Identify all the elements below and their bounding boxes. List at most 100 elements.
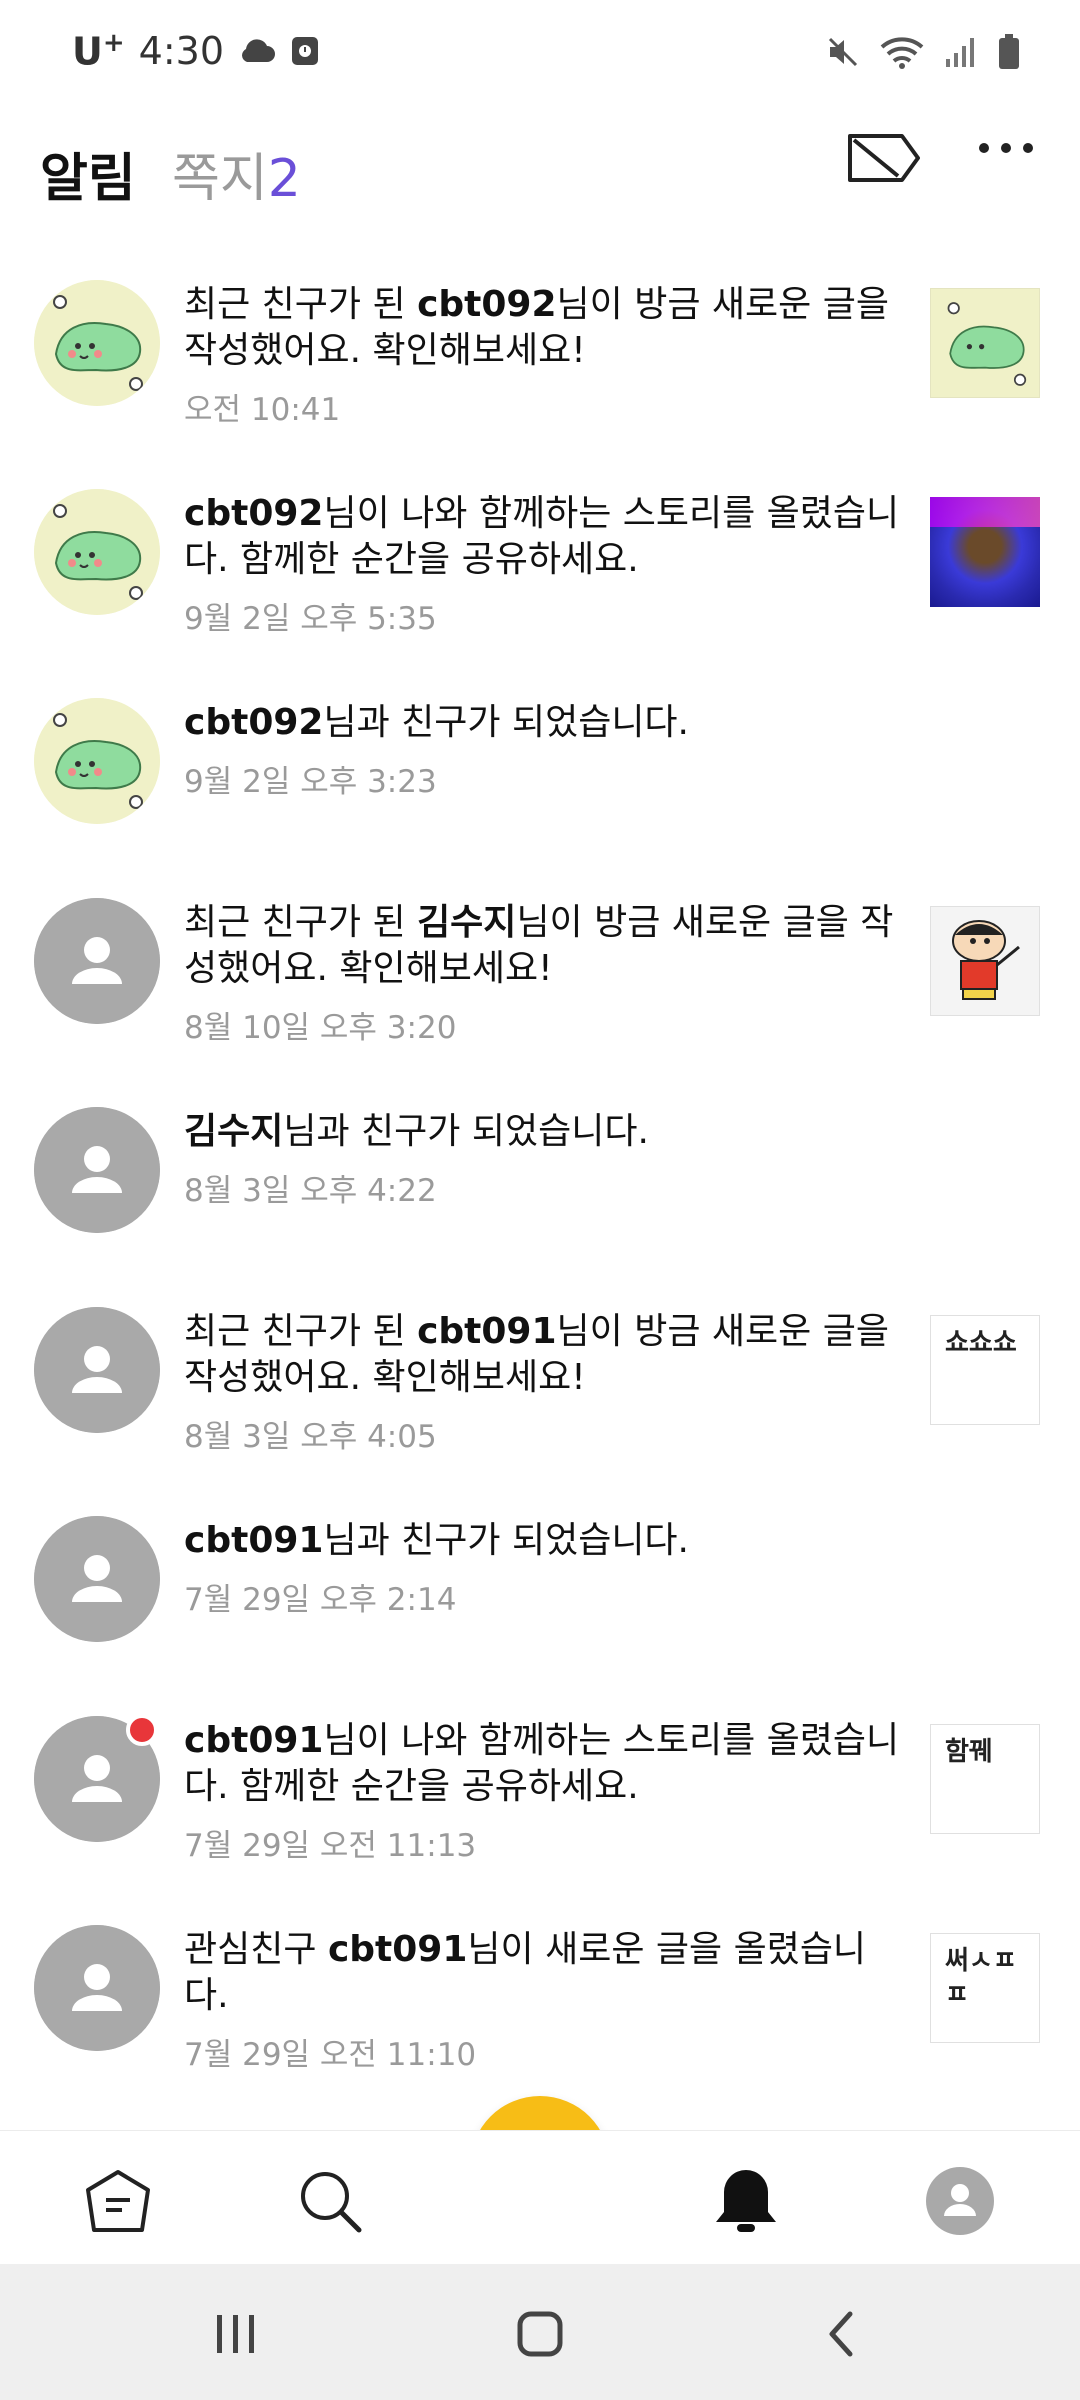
avatar[interactable] — [34, 898, 160, 1024]
cloud-icon — [242, 39, 275, 62]
tab-alerts[interactable]: 알림 — [40, 136, 136, 211]
recents-button[interactable] — [206, 2304, 266, 2364]
notification-time: 8월 3일 오후 4:22 — [184, 1173, 437, 1209]
default-avatar-icon — [34, 1107, 160, 1233]
notification-time: 8월 10일 오후 3:20 — [184, 1010, 457, 1046]
unread-dot — [126, 1714, 158, 1746]
dinosaur-avatar-icon — [34, 489, 160, 615]
post-thumbnail[interactable] — [930, 497, 1040, 607]
nav-home[interactable] — [78, 2161, 158, 2241]
friend-name: cbt092 — [417, 284, 557, 325]
post-thumbnail[interactable] — [930, 906, 1040, 1016]
message-suffix: 님과 친구가 되었습니다. — [323, 702, 689, 743]
notification-time: 9월 2일 오후 5:35 — [184, 601, 437, 637]
back-chevron-icon — [829, 2311, 853, 2357]
avatar[interactable] — [34, 1925, 160, 2051]
notification-message: 관심친구 cbt091님이 새로운 글을 올렸습니다. — [184, 1927, 900, 2019]
back-button[interactable] — [812, 2304, 872, 2364]
avatar[interactable] — [34, 1107, 160, 1233]
alarm-app-icon — [292, 36, 318, 65]
post-thumbnail[interactable]: 함꿰 — [930, 1724, 1040, 1834]
avatar-image — [34, 1107, 160, 1233]
status-left: U+ 4:30 — [72, 28, 320, 74]
more-icon — [979, 143, 1033, 153]
default-avatar-icon — [34, 1925, 160, 2051]
system-nav-bar — [0, 2264, 1080, 2400]
home-nav-button[interactable] — [510, 2304, 570, 2364]
notification-item[interactable]: 김수지님과 친구가 되었습니다. 8월 3일 오후 4:22 — [0, 1077, 1080, 1277]
notification-message: cbt091님이 나와 함께하는 스토리를 올렸습니다. 함께한 순간을 공유하… — [184, 1718, 900, 1810]
more-button[interactable] — [976, 138, 1036, 162]
notification-item[interactable]: cbt092님이 나와 함께하는 스토리를 올렸습니다. 함께한 순간을 공유하… — [0, 459, 1080, 668]
notification-item[interactable]: 최근 친구가 된 김수지님이 방금 새로운 글을 작성했어요. 확인해보세요! 8… — [0, 868, 1080, 1077]
avatar[interactable] — [34, 280, 160, 406]
nav-notifications[interactable] — [706, 2161, 786, 2241]
post-thumbnail[interactable] — [930, 288, 1040, 398]
notification-item[interactable]: 최근 친구가 된 cbt091님이 방금 새로운 글을 작성했어요. 확인해보세… — [0, 1277, 1080, 1486]
notification-item[interactable]: 최근 친구가 된 cbt092님이 방금 새로운 글을 작성했어요. 확인해보세… — [0, 250, 1080, 459]
nav-profile[interactable] — [920, 2161, 1000, 2241]
status-right — [826, 34, 1020, 70]
profile-icon — [926, 2167, 994, 2235]
wifi-icon — [880, 37, 924, 69]
notification-list[interactable]: 최근 친구가 된 cbt092님이 방금 새로운 글을 작성했어요. 확인해보세… — [0, 250, 1080, 2128]
message-prefix: 관심친구 — [184, 1929, 328, 1970]
bell-icon — [716, 2170, 776, 2232]
eraser-tag-icon — [848, 134, 920, 182]
friend-name: cbt092 — [184, 493, 324, 534]
default-avatar-icon — [34, 1516, 160, 1642]
signal-icon — [946, 38, 974, 67]
bottom-nav — [0, 2130, 1080, 2265]
thumbnail-text: 함꿰 — [945, 1737, 993, 1767]
notification-message: 최근 친구가 된 cbt091님이 방금 새로운 글을 작성했어요. 확인해보세… — [184, 1309, 900, 1401]
notification-message: 최근 친구가 된 cbt092님이 방금 새로운 글을 작성했어요. 확인해보세… — [184, 282, 900, 374]
notification-item[interactable]: cbt091님과 친구가 되었습니다. 7월 29일 오후 2:14 — [0, 1486, 1080, 1686]
notification-content: cbt092님과 친구가 되었습니다. 9월 2일 오후 3:23 — [184, 698, 1040, 801]
tab-notes-label: 쪽지 — [172, 149, 268, 209]
dinosaur-avatar-icon — [34, 280, 160, 406]
vibrate-mute-icon — [828, 37, 858, 67]
dinosaur-thumbnail — [931, 289, 1039, 397]
post-thumbnail[interactable]: 쇼쇼쇼 — [930, 1315, 1040, 1425]
avatar[interactable] — [34, 489, 160, 615]
notification-time: 7월 29일 오전 11:13 — [184, 1828, 477, 1864]
notification-time: 오전 10:41 — [184, 392, 341, 428]
notification-item[interactable]: 관심친구 cbt091님이 새로운 글을 올렸습니다. 7월 29일 오전 11:… — [0, 1895, 1080, 2104]
notification-message: cbt092님과 친구가 되었습니다. — [184, 700, 1040, 746]
message-prefix: 최근 친구가 된 — [184, 1311, 418, 1352]
friend-name: cbt091 — [184, 1520, 324, 1561]
battery-icon — [999, 34, 1019, 69]
avatar[interactable] — [34, 1714, 160, 1842]
avatar[interactable] — [34, 698, 160, 824]
friend-name: cbt092 — [184, 702, 324, 743]
avatar-image — [34, 489, 160, 615]
notification-content: 최근 친구가 된 김수지님이 방금 새로운 글을 작성했어요. 확인해보세요! 8… — [184, 898, 900, 1047]
status-bar: U+ 4:30 — [0, 0, 1080, 110]
message-prefix: 최근 친구가 된 — [184, 902, 418, 943]
notification-item[interactable]: cbt092님과 친구가 되었습니다. 9월 2일 오후 3:23 — [0, 668, 1080, 868]
carrier-label: U+ — [72, 28, 125, 74]
default-avatar-icon — [34, 1307, 160, 1433]
nav-search[interactable] — [290, 2161, 370, 2241]
avatar[interactable] — [34, 1307, 160, 1433]
post-thumbnail[interactable]: 써ㅅㅍ ㅍ — [930, 1933, 1040, 2043]
message-suffix: 님과 친구가 되었습니다. — [323, 1520, 689, 1561]
notification-time: 7월 29일 오후 2:14 — [184, 1582, 457, 1618]
notification-time: 7월 29일 오전 11:10 — [184, 2037, 477, 2073]
notification-time: 8월 3일 오후 4:05 — [184, 1419, 437, 1455]
search-icon — [301, 2172, 362, 2233]
avatar[interactable] — [34, 1516, 160, 1642]
notification-item[interactable]: cbt091님이 나와 함께하는 스토리를 올렸습니다. 함께한 순간을 공유하… — [0, 1686, 1080, 1895]
notification-content: 최근 친구가 된 cbt091님이 방금 새로운 글을 작성했어요. 확인해보세… — [184, 1307, 900, 1456]
notification-content: 최근 친구가 된 cbt092님이 방금 새로운 글을 작성했어요. 확인해보세… — [184, 280, 900, 429]
friend-name: 김수지 — [417, 902, 517, 943]
thumbnail-text: 쇼쇼쇼 — [945, 1328, 1017, 1358]
avatar-image — [34, 898, 160, 1024]
clock: 4:30 — [138, 28, 224, 73]
avatar-image — [34, 1307, 160, 1433]
notification-content: cbt092님이 나와 함께하는 스토리를 올렸습니다. 함께한 순간을 공유하… — [184, 489, 900, 638]
avatar-image — [34, 1516, 160, 1642]
tab-notes-count: 2 — [267, 149, 301, 209]
clear-button[interactable] — [846, 130, 922, 190]
tab-notes[interactable]: 쪽지2 — [172, 136, 301, 211]
